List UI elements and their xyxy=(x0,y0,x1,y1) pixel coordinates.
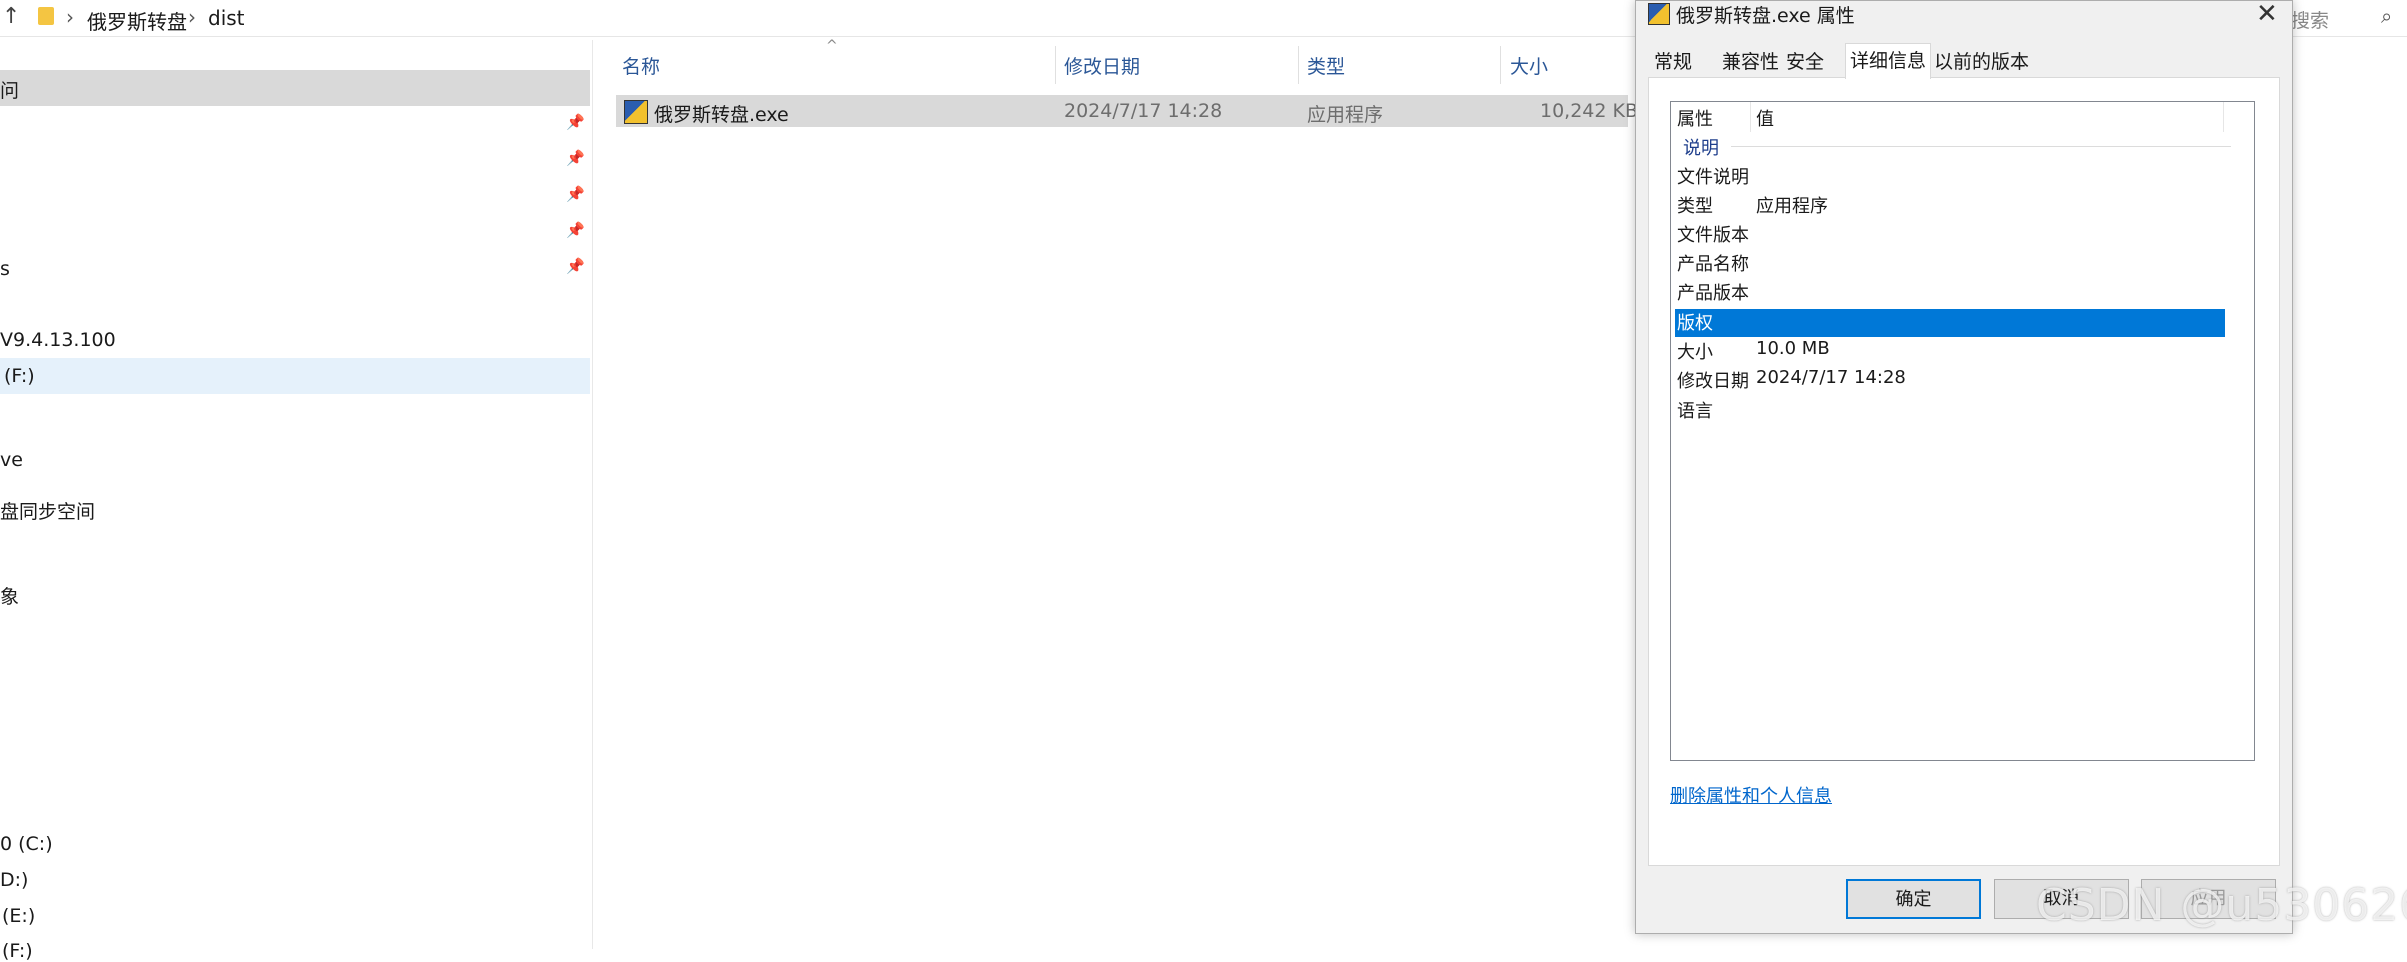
nav-item-drive-e[interactable]: (E:) xyxy=(2,905,35,927)
row-value: 2024/7/17 14:28 xyxy=(1756,367,1906,388)
selected-row-highlight[interactable] xyxy=(1675,309,2225,337)
row-property: 文件版本 xyxy=(1677,225,1749,246)
file-size: 10,242 KB xyxy=(1540,100,1639,122)
tab-previous-versions[interactable]: 以前的版本 xyxy=(1930,47,2033,77)
row-property: 大小 xyxy=(1677,342,1713,363)
app-icon xyxy=(624,100,648,124)
row-property: 文件说明 xyxy=(1677,167,1749,188)
column-header-type[interactable]: 类型 xyxy=(1307,52,1345,79)
column-divider[interactable] xyxy=(1298,46,1299,84)
header-divider xyxy=(2223,102,2224,132)
nav-item-drive-c[interactable]: 0 (C:) xyxy=(0,833,53,855)
row-property: 产品名称 xyxy=(1677,254,1749,275)
list-header-property[interactable]: 属性 xyxy=(1677,105,1713,131)
column-divider[interactable] xyxy=(1055,46,1056,84)
nav-item-sync-space[interactable]: 盘同步空间 xyxy=(0,497,95,524)
app-icon xyxy=(1648,3,1670,25)
pin-icon[interactable]: 📌 xyxy=(566,185,585,203)
watermark: CSDN @u530626 xyxy=(2036,880,2407,931)
group-line xyxy=(1731,146,2231,147)
tab-general[interactable]: 常规 xyxy=(1650,47,1696,77)
navigation-pane: 问 📌 📌 📌 📌 s 📌 V9.4.13.100 (F:) ve 盘同步空间 … xyxy=(0,0,590,962)
row-value: 10.0 MB xyxy=(1756,338,1830,359)
file-name[interactable]: 俄罗斯转盘.exe xyxy=(654,100,789,127)
search-icon: ⌕ xyxy=(2381,4,2393,28)
nav-item-objects[interactable]: 象 xyxy=(0,582,19,609)
nav-item-quick-access[interactable]: 问 xyxy=(0,76,19,103)
nav-item-drive-f2[interactable]: (F:) xyxy=(2,940,33,962)
row-property-selected: 版权 xyxy=(1677,313,1713,334)
nav-item-version[interactable]: V9.4.13.100 xyxy=(0,329,116,351)
row-property: 修改日期 xyxy=(1677,371,1749,392)
pin-icon[interactable]: 📌 xyxy=(566,113,585,131)
file-type: 应用程序 xyxy=(1307,104,1384,126)
tab-security[interactable]: 安全 xyxy=(1782,47,1828,77)
nav-item-drive-d[interactable]: D:) xyxy=(0,869,28,891)
sort-ascending-icon: ^ xyxy=(826,38,838,54)
properties-dialog: 俄罗斯转盘.exe 属性 ✕ 常规 兼容性 安全 详细信息 以前的版本 属性 值… xyxy=(1635,0,2293,934)
row-property: 产品版本 xyxy=(1677,283,1749,304)
column-header-size[interactable]: 大小 xyxy=(1510,52,1548,79)
nav-item-drive-f[interactable]: (F:) xyxy=(4,365,35,387)
nav-item-s[interactable]: s xyxy=(0,258,10,280)
group-label: 说明 xyxy=(1683,138,1719,159)
pin-icon[interactable]: 📌 xyxy=(566,221,585,239)
tab-details[interactable]: 详细信息 xyxy=(1845,43,1932,79)
column-header-modified[interactable]: 修改日期 xyxy=(1064,52,1140,79)
list-header-value[interactable]: 值 xyxy=(1756,105,1774,131)
pin-icon[interactable]: 📌 xyxy=(566,149,585,167)
search-placeholder: 搜索 xyxy=(2291,10,2330,32)
column-divider[interactable] xyxy=(1500,46,1501,84)
nav-item-onedrive[interactable]: ve xyxy=(0,449,23,471)
tab-compatibility[interactable]: 兼容性 xyxy=(1718,47,1783,77)
row-property: 类型 xyxy=(1677,196,1713,217)
dialog-title: 俄罗斯转盘.exe 属性 xyxy=(1676,5,1855,27)
remove-properties-link[interactable]: 删除属性和个人信息 xyxy=(1670,782,1832,808)
column-header-name[interactable]: 名称 xyxy=(622,52,660,79)
pin-icon[interactable]: 📌 xyxy=(566,257,585,275)
row-value: 应用程序 xyxy=(1756,196,1828,217)
search-box[interactable]: 搜索 ⌕ xyxy=(2290,0,2407,36)
header-divider xyxy=(1750,102,1751,132)
ok-button[interactable]: 确定 xyxy=(1846,879,1981,919)
close-icon[interactable]: ✕ xyxy=(2256,0,2278,29)
nav-divider xyxy=(592,40,593,949)
row-property: 语言 xyxy=(1677,401,1713,422)
details-list[interactable]: 属性 值 说明 文件说明 类型 应用程序 文件版本 产品名称 产品版本 版权 大… xyxy=(1670,101,2255,761)
file-modified: 2024/7/17 14:28 xyxy=(1064,100,1223,122)
